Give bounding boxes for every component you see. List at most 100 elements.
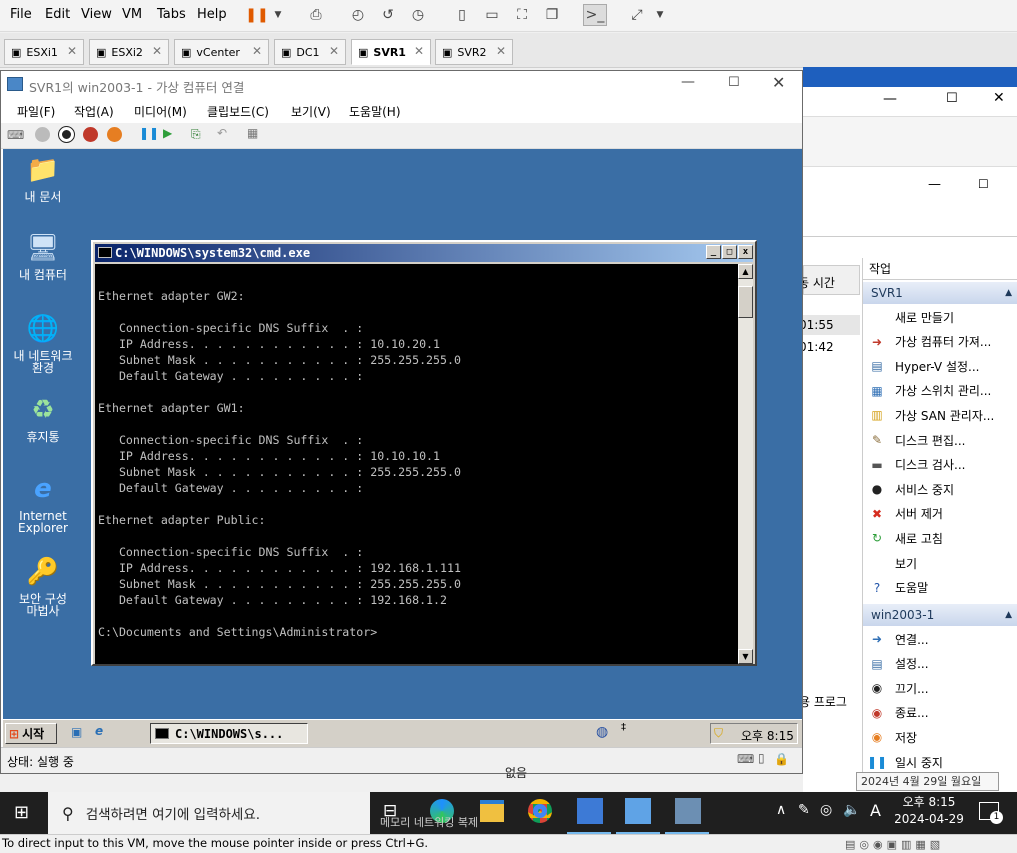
desktop-icon-my-documents[interactable]: 📁 내 문서 bbox=[3, 153, 83, 203]
action-item[interactable]: ● 서비스 중지 bbox=[869, 478, 1017, 500]
server-manager-icon[interactable] bbox=[577, 798, 603, 824]
turn-off-icon[interactable] bbox=[58, 126, 75, 143]
tab-dc1[interactable]: ▣ DC1 ✕ bbox=[274, 39, 346, 65]
action-item[interactable]: 새로 만들기 bbox=[869, 306, 1017, 328]
menu-action[interactable]: 작업(A) bbox=[74, 103, 114, 120]
ime-indicator[interactable]: A bbox=[870, 801, 881, 820]
send-ctrl-alt-del-icon[interactable]: ⎙ bbox=[304, 4, 328, 26]
windows-start-icon[interactable]: ⊞ bbox=[14, 802, 29, 823]
stretch-icon[interactable]: ⤢ bbox=[625, 4, 649, 26]
desktop-icon-my-computer[interactable]: 🖥 내 컴퓨터 bbox=[3, 231, 83, 281]
ctrl-alt-del-icon[interactable]: ⌨ bbox=[7, 128, 24, 142]
tab-svr1[interactable]: ▣ SVR1 ✕ bbox=[351, 39, 431, 65]
scroll-up-icon[interactable]: ▲ bbox=[738, 264, 753, 279]
close-icon[interactable]: ✕ bbox=[414, 44, 424, 58]
menu-media[interactable]: 미디어(M) bbox=[134, 103, 187, 120]
revert-icon[interactable]: ↶ bbox=[217, 126, 227, 140]
file-explorer-icon[interactable] bbox=[480, 800, 504, 822]
action-item[interactable]: ▤ 설정... bbox=[869, 653, 1017, 675]
action-item[interactable]: ➜ 가상 컴퓨터 가져... bbox=[869, 331, 1017, 353]
close-icon[interactable]: ✕ bbox=[329, 44, 339, 58]
close-icon[interactable]: ✕ bbox=[496, 44, 506, 58]
close-icon[interactable]: ✕ bbox=[152, 44, 162, 58]
console-view-icon[interactable]: ▭ bbox=[480, 4, 504, 26]
ime-icon[interactable]: ‡ bbox=[621, 722, 626, 733]
snapshot-manager-icon[interactable]: ◷ bbox=[406, 4, 430, 26]
volume-icon[interactable]: 🔈 bbox=[843, 802, 860, 818]
desktop-icon-network[interactable]: 🌐 내 네트워크 환경 bbox=[3, 312, 83, 374]
terminal-icon[interactable]: >_ bbox=[583, 4, 607, 26]
action-item[interactable]: 보기 bbox=[869, 552, 1017, 574]
menu-view[interactable]: View bbox=[81, 7, 112, 22]
close-icon[interactable]: x bbox=[738, 245, 753, 259]
search-box[interactable]: ⚲ 검색하려면 여기에 입력하세요. bbox=[48, 792, 370, 834]
menu-view[interactable]: 보기(V) bbox=[291, 103, 331, 120]
unity-icon[interactable]: ❐ bbox=[540, 4, 564, 26]
minimize-icon[interactable]: — bbox=[928, 177, 941, 192]
action-item[interactable]: ▦ 가상 스위치 관리... bbox=[869, 380, 1017, 402]
menu-file[interactable]: File bbox=[10, 7, 32, 22]
hyperv-manager-icon[interactable] bbox=[625, 798, 651, 824]
tab-esxi1[interactable]: ▣ ESXi1 ✕ bbox=[4, 39, 84, 65]
tab-vcenter[interactable]: ▣ vCenter ✕ bbox=[174, 39, 269, 65]
pause-icon[interactable]: ❚❚ bbox=[139, 126, 159, 140]
tab-esxi2[interactable]: ▣ ESXi2 ✕ bbox=[89, 39, 169, 65]
collapse-icon[interactable]: ▲ bbox=[1005, 604, 1012, 626]
resume-icon[interactable]: ▶ bbox=[163, 126, 172, 140]
revert-snapshot-icon[interactable]: ↺ bbox=[376, 4, 400, 26]
action-item[interactable]: ◉ 끄기... bbox=[869, 677, 1017, 699]
start-button[interactable]: ⊞ 시작 bbox=[5, 723, 57, 744]
action-item[interactable]: ➜ 연결... bbox=[869, 628, 1017, 650]
scroll-down-icon[interactable]: ▼ bbox=[738, 649, 753, 664]
menu-edit[interactable]: Edit bbox=[45, 7, 70, 22]
menu-help[interactable]: Help bbox=[197, 7, 227, 22]
close-icon[interactable]: ✕ bbox=[772, 73, 785, 92]
vm-row[interactable]: 01:42 bbox=[799, 337, 860, 357]
minimize-icon[interactable]: _ bbox=[706, 245, 721, 259]
tab-svr2[interactable]: ▣ SVR2 ✕ bbox=[435, 39, 513, 65]
enhanced-session-icon[interactable]: ▦ bbox=[247, 126, 258, 140]
action-item[interactable]: ❚❚ 일시 중지 bbox=[867, 751, 1017, 773]
vm-row[interactable]: 01:55 bbox=[799, 315, 860, 335]
shutdown-icon[interactable] bbox=[83, 127, 98, 142]
minimize-icon[interactable]: — bbox=[883, 91, 897, 107]
cmd-scrollbar[interactable]: ▲ ▼ bbox=[738, 264, 753, 664]
cmd-output[interactable]: Ethernet adapter GW2: Connection-specifi… bbox=[95, 264, 738, 664]
scroll-thumb[interactable] bbox=[738, 286, 753, 318]
clock[interactable]: 오후 8:15 2024-04-29 bbox=[893, 794, 965, 832]
ie-quicklaunch-icon[interactable]: e bbox=[95, 724, 103, 738]
menu-vm[interactable]: VM bbox=[122, 7, 142, 22]
menu-clipboard[interactable]: 클립보드(C) bbox=[207, 103, 269, 120]
action-item[interactable]: ◉ 종료... bbox=[869, 702, 1017, 724]
action-item[interactable]: ▬ 디스크 검사... bbox=[869, 454, 1017, 476]
section-win2003-1[interactable]: win2003-1 ▲ bbox=[863, 604, 1017, 626]
cmd-window[interactable]: C:\WINDOWS\system32\cmd.exe _ □ x Ethern… bbox=[91, 240, 757, 666]
notification-center-icon[interactable]: 1 bbox=[979, 802, 1003, 824]
desktop-icon-recycle-bin[interactable]: ♻ 휴지통 bbox=[3, 393, 83, 443]
desktop-icon-security-wizard[interactable]: 🔑 보안 구성 마법사 bbox=[3, 555, 83, 617]
action-item[interactable]: ▥ 가상 SAN 관리자... bbox=[869, 404, 1017, 426]
action-item[interactable]: ✎ 디스크 편집... bbox=[869, 429, 1017, 451]
sidebar-icon[interactable]: ▯ bbox=[450, 4, 474, 26]
action-item[interactable]: ✖ 서버 제거 bbox=[869, 503, 1017, 525]
full-screen-icon[interactable]: ⛶ bbox=[510, 4, 534, 26]
maximize-icon[interactable]: ☐ bbox=[946, 91, 958, 106]
start-icon[interactable] bbox=[35, 127, 50, 142]
action-item[interactable]: ◉ 저장 bbox=[869, 726, 1017, 748]
desktop-icon-ie[interactable]: e Internet Explorer bbox=[3, 472, 83, 534]
close-icon[interactable]: ✕ bbox=[993, 90, 1005, 106]
menu-help[interactable]: 도움말(H) bbox=[349, 103, 401, 120]
maximize-icon[interactable]: ☐ bbox=[978, 177, 989, 191]
language-bar-icon[interactable]: ◍ bbox=[596, 724, 608, 740]
section-svr1[interactable]: SVR1 ▲ bbox=[863, 282, 1017, 304]
chevron-down-icon[interactable]: ▼ bbox=[648, 4, 672, 26]
reset-icon[interactable]: ⎘ bbox=[191, 127, 201, 142]
maximize-icon[interactable]: ☐ bbox=[728, 75, 740, 90]
chrome-icon[interactable] bbox=[528, 799, 552, 823]
security-shield-icon[interactable]: ⛉ bbox=[714, 726, 723, 741]
minimize-icon[interactable]: — bbox=[681, 74, 695, 90]
close-icon[interactable]: ✕ bbox=[252, 44, 262, 58]
network-globe-icon[interactable]: ◎ bbox=[820, 802, 832, 818]
save-icon[interactable] bbox=[107, 127, 122, 142]
chevron-down-icon[interactable]: ▼ bbox=[266, 4, 290, 26]
